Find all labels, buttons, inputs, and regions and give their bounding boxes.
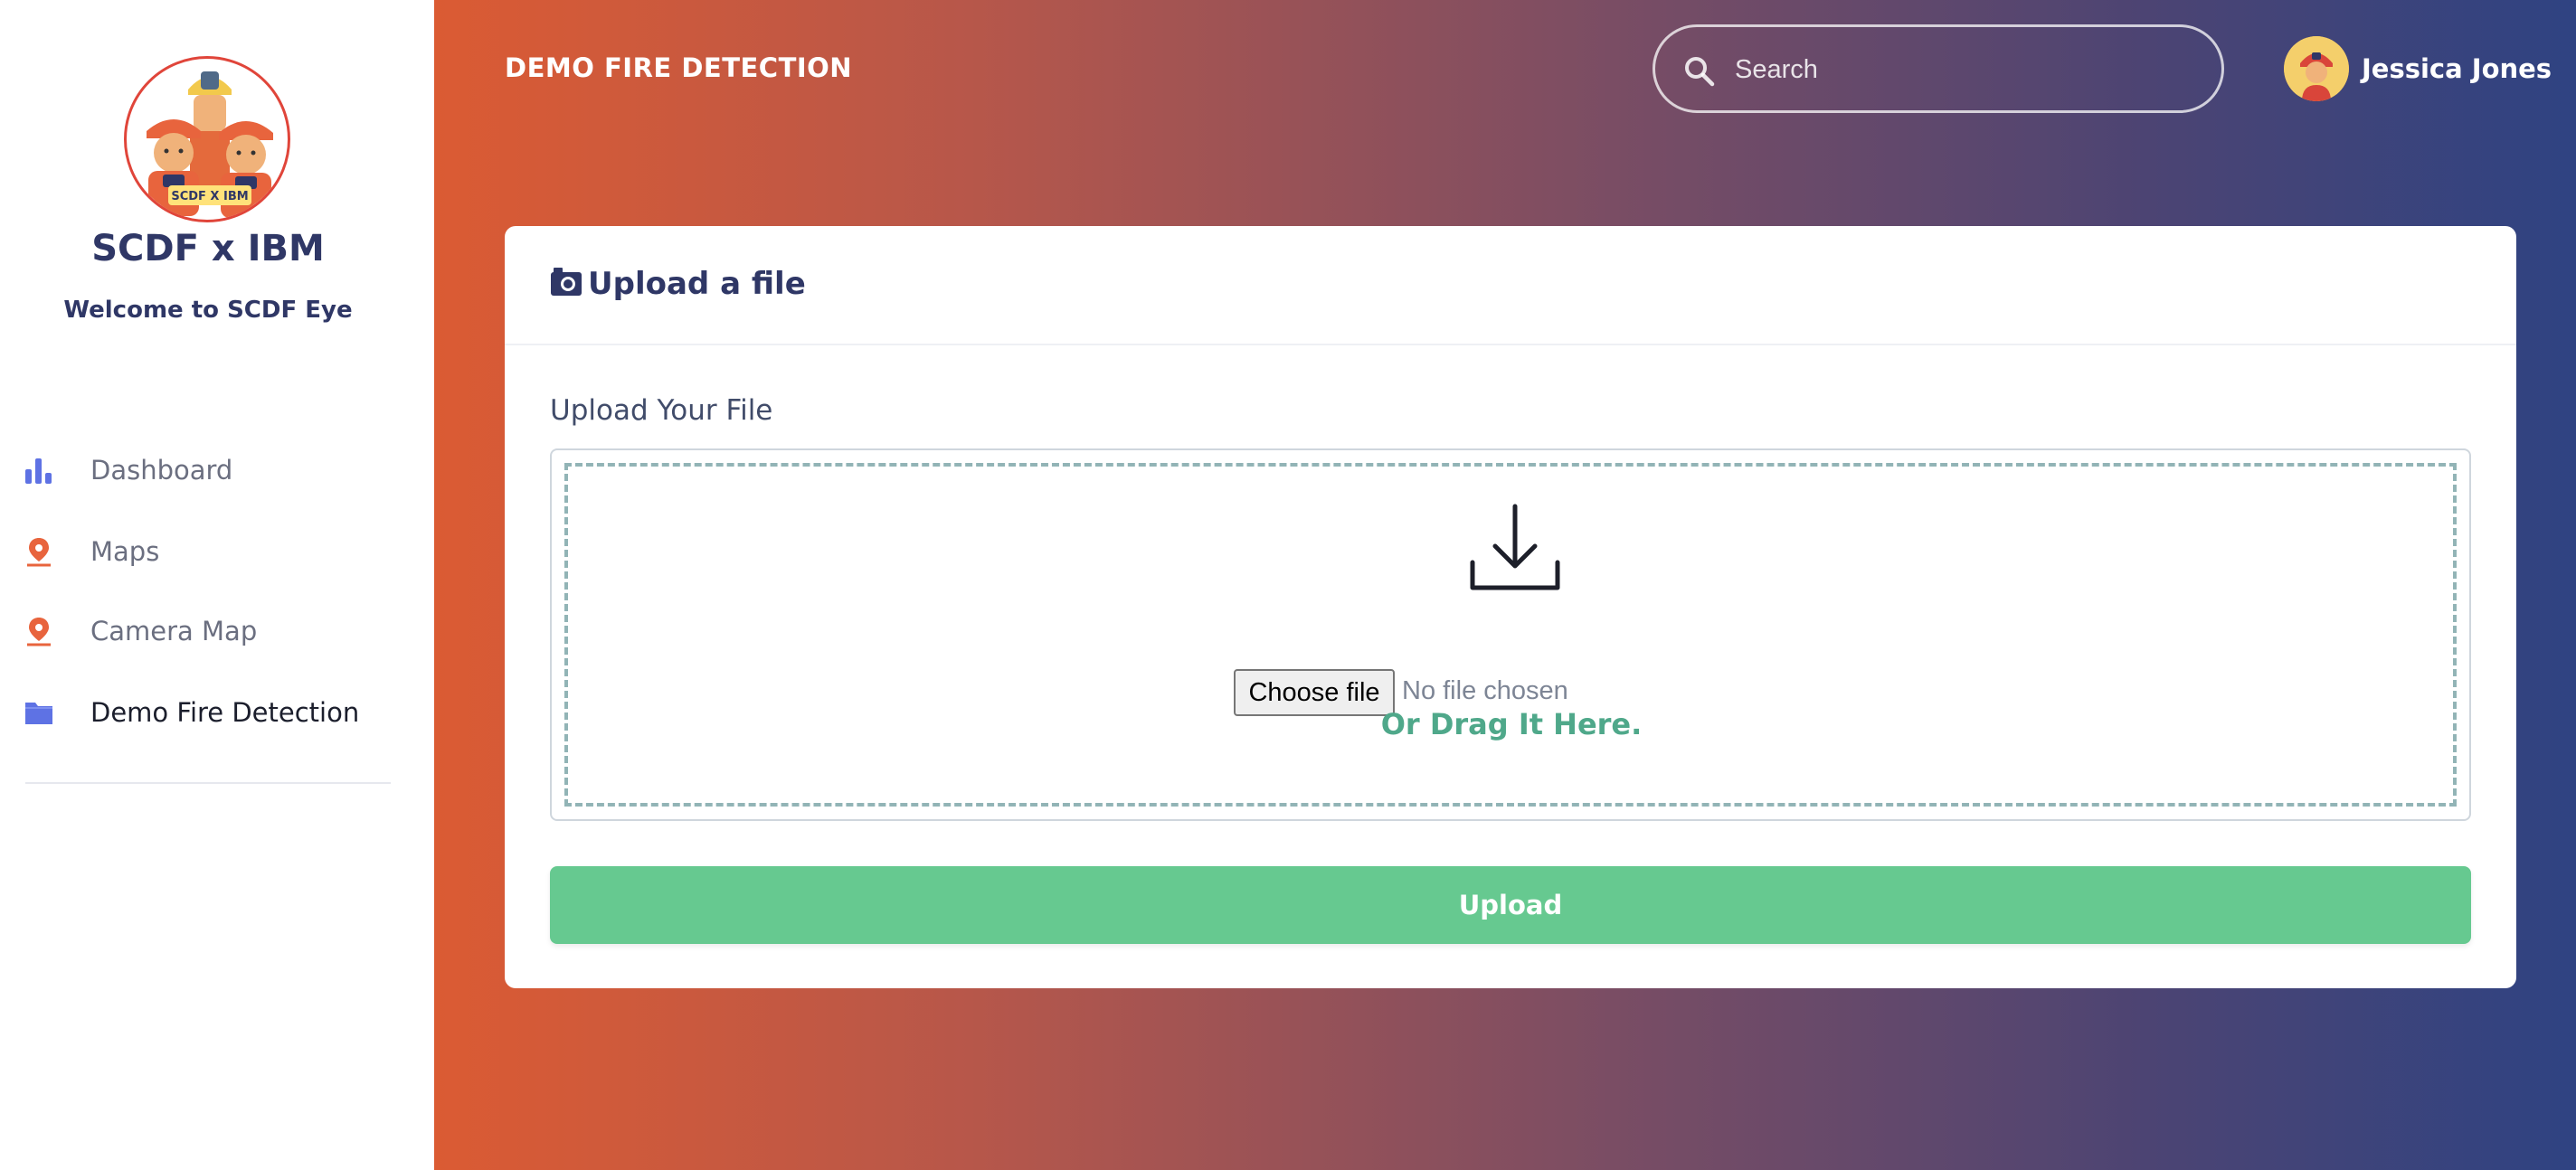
sidebar-divider — [25, 782, 391, 784]
main-panel: DEMO FIRE DETECTION Jessica Jones — [434, 0, 2576, 1170]
folder-icon — [25, 703, 52, 724]
brand-welcome: Welcome to SCDF Eye — [0, 297, 416, 324]
firefighter-avatar-icon — [2284, 36, 2349, 101]
sidebar-item-dashboard[interactable]: Dashboard — [0, 443, 416, 497]
sidebar-item-demo-fire-detection[interactable]: Demo Fire Detection — [0, 685, 416, 740]
brand-logo[interactable]: SCDF X IBM — [124, 56, 290, 222]
sidebar-item-camera-map[interactable]: Camera Map — [0, 604, 416, 658]
camera-icon — [551, 268, 582, 296]
upload-button[interactable]: Upload — [550, 866, 2471, 944]
logo-banner-text: SCDF X IBM — [171, 190, 248, 203]
drag-hint: Or Drag It Here. — [1380, 707, 1643, 741]
map-pin-icon — [27, 618, 51, 646]
download-icon — [1470, 504, 1560, 590]
sidebar-item-label: Demo Fire Detection — [90, 697, 360, 728]
search-icon — [1685, 57, 1715, 87]
bar-chart-icon — [25, 458, 52, 484]
upload-field-label: Upload Your File — [550, 394, 773, 427]
firefighters-illustration: SCDF X IBM — [147, 71, 273, 218]
avatar[interactable] — [2284, 36, 2349, 101]
sidebar-item-maps[interactable]: Maps — [0, 524, 416, 579]
sidebar: SCDF X IBM SCDF x IBM Welcome to SCDF Ey… — [0, 0, 434, 1170]
welcome-app-name: SCDF Eye — [227, 297, 353, 324]
card-header: Upload a file — [505, 226, 2516, 345]
sidebar-item-label: Maps — [90, 536, 160, 567]
file-status-text: No file chosen — [1402, 676, 1568, 705]
file-drop-zone[interactable]: Choose file No file chosen Or Drag It He… — [550, 448, 2471, 821]
welcome-prefix: Welcome to — [63, 297, 220, 324]
card-title: Upload a file — [588, 266, 806, 302]
search-bar[interactable] — [1653, 24, 2224, 113]
sidebar-item-label: Camera Map — [90, 616, 258, 646]
page-title[interactable]: DEMO FIRE DETECTION — [505, 52, 852, 83]
search-input[interactable] — [1735, 47, 2187, 92]
upload-card: Upload a file Upload Your File Choose fi… — [505, 226, 2516, 988]
user-name[interactable]: Jessica Jones — [2362, 53, 2552, 84]
drop-zone-dashed-area[interactable]: Choose file No file chosen Or Drag It He… — [564, 463, 2457, 807]
brand-title: SCDF x IBM — [91, 228, 325, 269]
map-pin-icon — [27, 538, 51, 567]
sidebar-item-label: Dashboard — [90, 455, 233, 486]
user-menu[interactable]: Jessica Jones — [2284, 36, 2552, 101]
